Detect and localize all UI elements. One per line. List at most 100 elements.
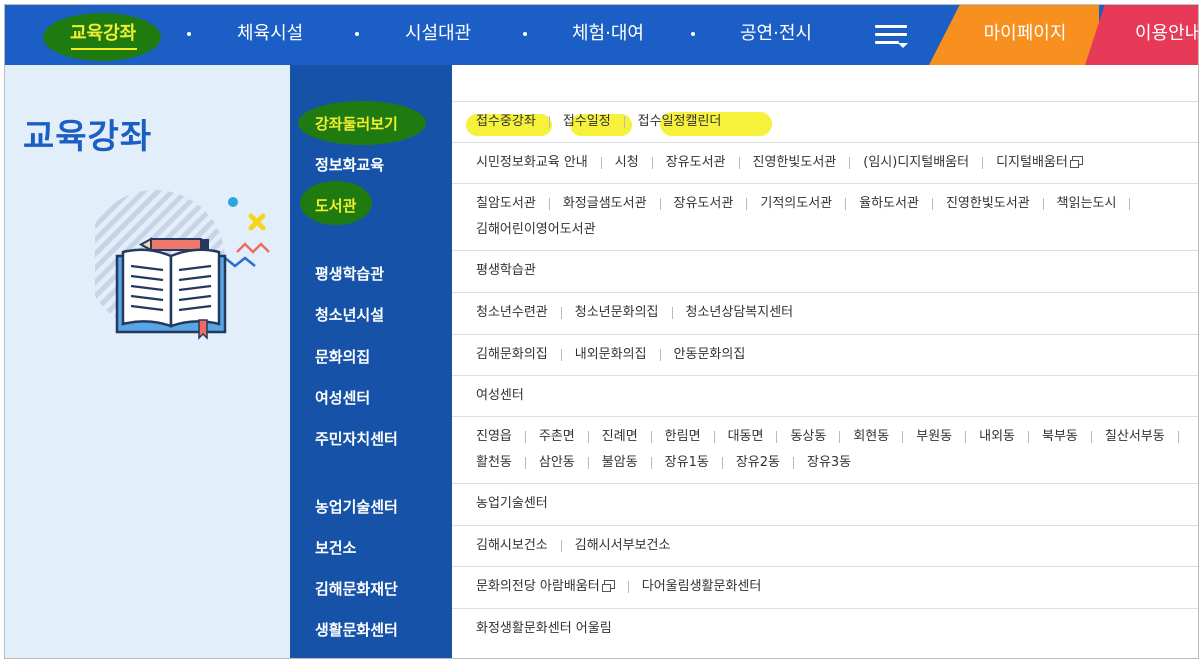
nav-item-performance[interactable]: 공연·전시: [740, 5, 812, 65]
category-info-education[interactable]: 정보화교육: [315, 154, 384, 175]
sub-menu-link-label: 김해어린이영어도서관: [476, 222, 596, 237]
sub-menu-link[interactable]: 김해시서부보건소: [575, 533, 671, 559]
category-lifelong-learning[interactable]: 평생학습관: [315, 263, 384, 284]
category-women-center[interactable]: 여성센터: [315, 387, 370, 408]
sub-menu-link[interactable]: 장유3동: [807, 450, 851, 476]
sub-menu-link-label: 책읽는도시: [1056, 196, 1117, 211]
category-browse-courses[interactable]: 강좌둘러보기: [315, 113, 398, 134]
sub-menu-link[interactable]: 시청: [615, 150, 639, 176]
sub-menu-link[interactable]: 동상동: [790, 424, 826, 450]
sub-menu-link[interactable]: 문화의전당 아람배움터: [476, 574, 615, 600]
link-separator: [560, 539, 562, 552]
category-agriculture-center[interactable]: 농업기술센터: [315, 496, 398, 517]
mypage-button[interactable]: 마이페이지: [929, 5, 1099, 65]
sub-menu-link[interactable]: 내외동: [979, 424, 1015, 450]
sub-menu-link-label: 시청: [614, 155, 639, 170]
sub-menu-link[interactable]: 삼안동: [539, 450, 575, 476]
nav-separator: [523, 32, 527, 36]
sub-menu-link[interactable]: 북부동: [1042, 424, 1078, 450]
category-life-culture-center[interactable]: 생활문화센터: [315, 619, 398, 640]
sub-menu-link[interactable]: 주촌면: [539, 424, 575, 450]
sub-menu-link[interactable]: 여성센터: [476, 383, 524, 409]
sub-menu-link[interactable]: 김해시보건소: [476, 533, 548, 559]
category-library[interactable]: 도서관: [315, 195, 356, 216]
sub-menu-link-label: 장유도서관: [673, 196, 734, 211]
sub-menu-link[interactable]: 진례면: [602, 424, 638, 450]
sub-menu-link[interactable]: 한림면: [665, 424, 701, 450]
sub-menu-link[interactable]: 화정생활문화센터 어울림: [476, 616, 612, 642]
nav-item-rental[interactable]: 시설대관: [405, 5, 471, 65]
sub-menu-link[interactable]: (임시)디지털배움터: [863, 150, 969, 176]
sub-menu-link[interactable]: 청소년문화의집: [575, 300, 659, 326]
sub-menu-link[interactable]: 청소년수련관: [476, 300, 548, 326]
sub-menu-link[interactable]: 내외문화의집: [575, 342, 647, 368]
content-row: 접수중강좌 접수일정 접수일정캘린더: [452, 102, 1198, 143]
content-row: 문화의전당 아람배움터 다어울림생활문화센터: [452, 567, 1198, 609]
sub-menu-link[interactable]: 김해어린이영어도서관: [476, 217, 596, 243]
content-row: 김해문화의집 내외문화의집 안동문화의집: [452, 335, 1198, 376]
link-separator: [560, 348, 562, 361]
category-culture-house[interactable]: 문화의집: [315, 346, 370, 367]
sub-menu-link[interactable]: 활천동: [476, 450, 512, 476]
sub-menu-link[interactable]: 다어울림생활문화센터: [642, 574, 762, 600]
content-row: 평생학습관: [452, 251, 1198, 293]
nav-separator: [187, 32, 191, 36]
category-culture-foundation[interactable]: 김해문화재단: [315, 578, 398, 599]
nav-item-experience[interactable]: 체험·대여: [572, 5, 644, 65]
sub-menu-link-label: 칠산서부동: [1104, 429, 1165, 444]
sub-menu-link[interactable]: 기적의도서관: [760, 191, 832, 217]
sub-menu-link[interactable]: 디지털배움터: [996, 150, 1083, 176]
nav-item-education[interactable]: 교육강좌: [70, 5, 136, 65]
sub-menu-link[interactable]: 장유2동: [736, 450, 780, 476]
nav-item-sports[interactable]: 체육시설: [237, 5, 303, 65]
sub-menu-link[interactable]: 안동문화의집: [674, 342, 746, 368]
sub-menu-link[interactable]: 진영한빛도서관: [946, 191, 1030, 217]
sub-menu-link[interactable]: 화정글샘도서관: [563, 191, 647, 217]
sub-menu-link-label: 한림면: [664, 429, 701, 444]
link-separator: [524, 456, 526, 469]
sub-menu-link[interactable]: 진영읍: [476, 424, 512, 450]
link-list: 김해시보건소 김해시서부보건소: [476, 533, 1198, 559]
sub-menu-link[interactable]: 접수일정캘린더: [638, 109, 722, 135]
sub-menu-link-label: 청소년수련관: [476, 305, 548, 320]
sub-menu-link[interactable]: 접수중강좌: [476, 109, 536, 135]
menu-icon[interactable]: [875, 23, 909, 51]
sub-menu-link-label: 접수일정: [562, 114, 611, 129]
content-row: 여성센터: [452, 376, 1198, 417]
link-separator: [671, 306, 673, 319]
sub-menu-link-label: 장유2동: [735, 455, 780, 470]
sub-menu-link[interactable]: 율하도서관: [859, 191, 919, 217]
sub-menu-link[interactable]: 불암동: [602, 450, 638, 476]
sub-menu-link-label: 북부동: [1042, 429, 1078, 444]
category-youth-facility[interactable]: 청소년시설: [315, 304, 384, 325]
sub-menu-link[interactable]: 김해문화의집: [476, 342, 548, 368]
link-list: 농업기술센터: [476, 491, 1198, 517]
sub-menu-link[interactable]: 평생학습관: [476, 258, 536, 284]
sub-menu-link[interactable]: 장유도서관: [674, 191, 734, 217]
category-column: 강좌둘러보기 정보화교육 도서관 평생학습관 청소년시설 문화의집 여성센터 주…: [290, 65, 452, 658]
sub-menu-link[interactable]: 시민정보화교육 안내: [476, 150, 588, 176]
link-list: 여성센터: [476, 383, 1198, 409]
guide-button[interactable]: 이용안내: [1085, 5, 1198, 65]
link-list: 접수중강좌 접수일정 접수일정캘린더: [476, 109, 1198, 135]
sub-menu-link[interactable]: 장유1동: [665, 450, 709, 476]
sub-menu-link[interactable]: 접수일정: [563, 109, 611, 135]
sub-menu-link[interactable]: 청소년상담복지센터: [686, 300, 794, 326]
sub-menu-link[interactable]: 진영한빛도서관: [753, 150, 837, 176]
sub-menu-link[interactable]: 칠산서부동: [1105, 424, 1165, 450]
sub-menu-link-label: 삼안동: [538, 455, 575, 470]
sub-menu-link[interactable]: 부원동: [916, 424, 952, 450]
sub-menu-link[interactable]: 장유도서관: [666, 150, 726, 176]
link-separator: [600, 156, 602, 169]
sub-menu-link[interactable]: 회현동: [853, 424, 889, 450]
link-separator: [627, 580, 629, 593]
sub-menu-link-label: 접수일정캘린더: [637, 114, 722, 129]
sub-menu-link[interactable]: 칠암도서관: [476, 191, 536, 217]
sub-menu-link-label: 시민정보화교육 안내: [476, 155, 588, 170]
category-community-center[interactable]: 주민자치센터: [315, 428, 398, 449]
external-link-icon: [1069, 156, 1083, 168]
sub-menu-link[interactable]: 대동면: [728, 424, 764, 450]
sub-menu-link[interactable]: 책읽는도시: [1057, 191, 1117, 217]
sub-menu-link[interactable]: 농업기술센터: [476, 491, 548, 517]
category-health-center[interactable]: 보건소: [315, 537, 356, 558]
